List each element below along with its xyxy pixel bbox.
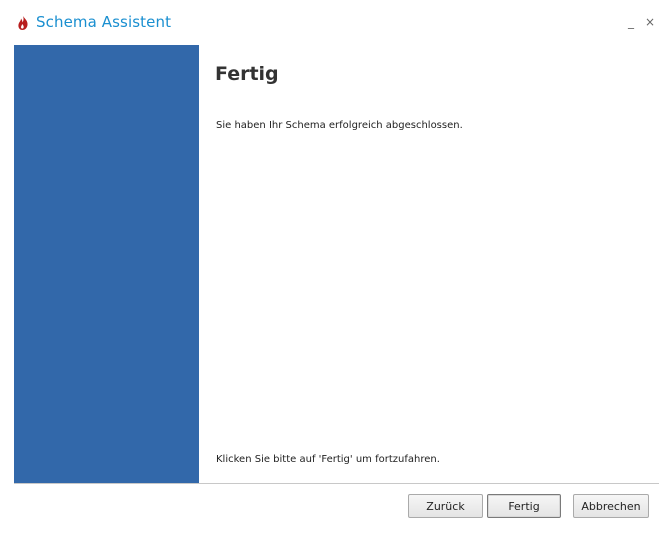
flame-icon — [18, 16, 28, 30]
minimize-button[interactable]: _ — [628, 15, 634, 29]
window-title: Schema Assistent — [36, 13, 172, 31]
footer-divider — [14, 483, 659, 484]
completion-message: Sie haben Ihr Schema erfolgreich abgesch… — [216, 120, 463, 131]
wizard-side-panel — [14, 45, 199, 483]
wizard-window: Schema Assistent _ × Fertig Sie haben Ih… — [0, 0, 672, 536]
close-button[interactable]: × — [645, 15, 655, 29]
wizard-content: Fertig Sie haben Ihr Schema erfolgreich … — [199, 45, 659, 483]
title-bar: Schema Assistent _ × — [0, 0, 672, 44]
back-button[interactable]: Zurück — [408, 494, 483, 518]
finish-button[interactable]: Fertig — [487, 494, 561, 518]
cancel-button[interactable]: Abbrechen — [573, 494, 649, 518]
page-title: Fertig — [215, 63, 279, 85]
finish-hint: Klicken Sie bitte auf 'Fertig' um fortzu… — [216, 454, 440, 465]
